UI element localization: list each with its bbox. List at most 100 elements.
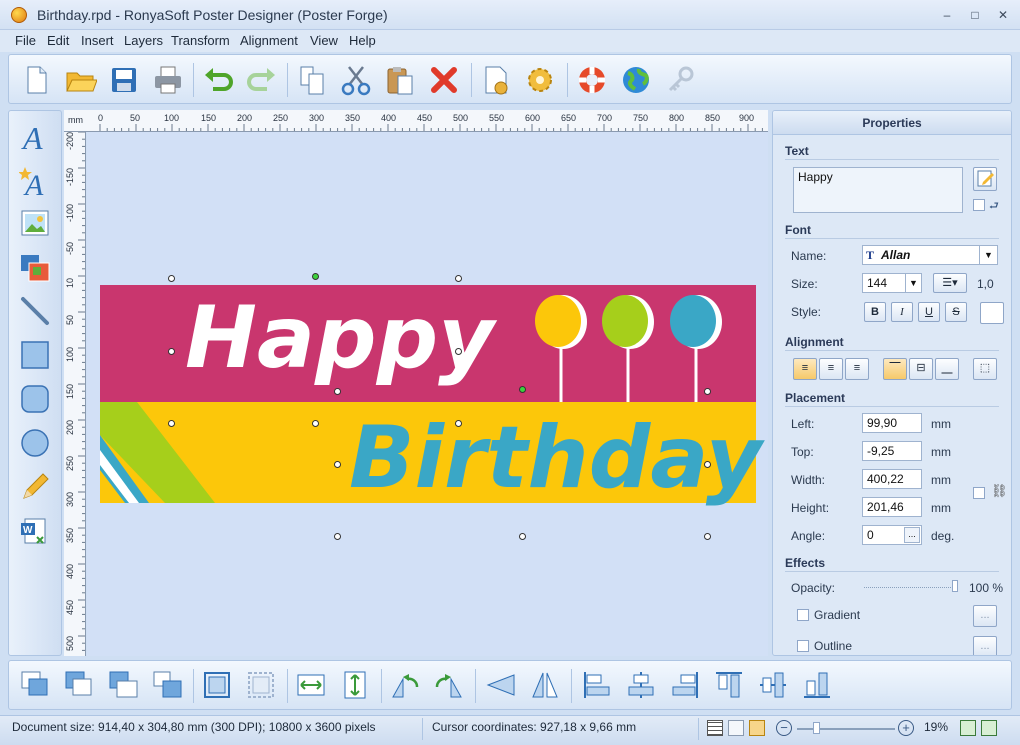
line-spacing-button[interactable]: ☰▾ xyxy=(933,273,967,293)
document-settings-icon[interactable] xyxy=(479,63,513,97)
underline-button[interactable]: U xyxy=(918,302,940,322)
menu-edit[interactable]: Edit xyxy=(47,33,69,48)
selection-handle[interactable] xyxy=(334,461,341,468)
wrap-checkbox[interactable] xyxy=(973,199,985,211)
zoom-slider[interactable] xyxy=(797,728,895,730)
group-icon[interactable] xyxy=(201,669,233,701)
width-input[interactable]: 400,22 xyxy=(862,469,922,489)
align-center-button[interactable]: ≡ xyxy=(819,358,843,380)
zoom-slider-thumb[interactable] xyxy=(813,722,820,734)
redo-icon[interactable] xyxy=(245,63,279,97)
web-globe-icon[interactable] xyxy=(619,63,653,97)
fit-width-icon[interactable] xyxy=(295,669,327,701)
top-input[interactable]: -9,25 xyxy=(862,441,922,461)
align-right-button[interactable]: ≡ xyxy=(845,358,869,380)
rotate-right-icon[interactable] xyxy=(433,669,465,701)
close-button[interactable]: ✕ xyxy=(992,6,1014,24)
selection-handle[interactable] xyxy=(704,533,711,540)
help-lifebuoy-icon[interactable] xyxy=(575,63,609,97)
rounded-rectangle-icon[interactable] xyxy=(19,383,51,415)
text-icon[interactable]: A xyxy=(19,120,51,156)
selection-handle[interactable] xyxy=(455,348,462,355)
rotation-handle[interactable] xyxy=(312,273,319,280)
auto-fit-button[interactable]: ⬚ xyxy=(973,358,997,380)
maximize-button[interactable]: □ xyxy=(964,6,986,24)
strikethrough-button[interactable]: S xyxy=(945,302,967,322)
minimize-button[interactable]: – xyxy=(936,6,958,24)
align-right-icon[interactable] xyxy=(669,669,701,701)
valign-bottom-button[interactable]: ⎽ xyxy=(935,358,959,380)
zoom-out-icon[interactable]: − xyxy=(776,720,792,736)
fit-page-icon[interactable] xyxy=(960,720,976,736)
italic-button[interactable]: I xyxy=(891,302,913,322)
align-middle-icon[interactable] xyxy=(757,669,789,701)
menu-view[interactable]: View xyxy=(310,33,338,48)
left-input[interactable]: 99,90 xyxy=(862,413,922,433)
selection-handle[interactable] xyxy=(455,275,462,282)
grid-icon[interactable] xyxy=(707,720,723,736)
paste-icon[interactable] xyxy=(383,63,417,97)
curved-text-icon[interactable]: A xyxy=(18,165,51,202)
image-icon[interactable] xyxy=(19,207,51,239)
selection-handle[interactable] xyxy=(704,388,711,395)
align-left-button[interactable]: ≡ xyxy=(793,358,817,380)
rotation-handle[interactable] xyxy=(519,386,526,393)
menu-file[interactable]: File xyxy=(15,33,36,48)
angle-input[interactable]: 0 ... xyxy=(862,525,922,545)
rotate-left-icon[interactable] xyxy=(389,669,421,701)
outline-checkbox[interactable] xyxy=(797,640,809,652)
selection-handle[interactable] xyxy=(168,348,175,355)
line-icon[interactable] xyxy=(19,295,51,327)
menu-transform[interactable]: Transform xyxy=(171,33,230,48)
font-color-swatch[interactable] xyxy=(980,302,1004,324)
align-left-icon[interactable] xyxy=(581,669,613,701)
menu-insert[interactable]: Insert xyxy=(81,33,114,48)
cut-icon[interactable] xyxy=(339,63,373,97)
flip-horizontal-icon[interactable] xyxy=(485,669,517,701)
bold-button[interactable]: B xyxy=(864,302,886,322)
menu-layers[interactable]: Layers xyxy=(124,33,163,48)
bring-forward-icon[interactable] xyxy=(107,669,139,701)
send-backward-icon[interactable] xyxy=(151,669,183,701)
poster[interactable]: Happy Birthday xyxy=(87,132,768,656)
ellipse-icon[interactable] xyxy=(19,427,51,459)
actual-size-icon[interactable] xyxy=(981,720,997,736)
selection-handle[interactable] xyxy=(519,533,526,540)
selection-handle[interactable] xyxy=(455,420,462,427)
edit-text-icon[interactable] xyxy=(973,167,997,191)
menu-help[interactable]: Help xyxy=(349,33,376,48)
lock-proportions-checkbox[interactable] xyxy=(973,487,985,499)
copy-icon[interactable] xyxy=(295,63,329,97)
send-to-back-icon[interactable] xyxy=(63,669,95,701)
word-document-icon[interactable]: W xyxy=(19,515,51,547)
undo-icon[interactable] xyxy=(201,63,235,97)
opacity-slider-thumb[interactable] xyxy=(952,580,958,592)
open-folder-icon[interactable] xyxy=(63,63,98,97)
gradient-checkbox[interactable] xyxy=(797,609,809,621)
text-input[interactable]: Happy xyxy=(793,167,963,213)
font-size-select[interactable]: 144 ▼ xyxy=(862,273,922,293)
rulers-toggle-icon[interactable] xyxy=(749,720,765,736)
align-top-icon[interactable] xyxy=(713,669,745,701)
selection-handle[interactable] xyxy=(704,461,711,468)
angle-ellipsis-icon[interactable]: ... xyxy=(904,527,920,543)
font-name-select[interactable]: Allan T ▼ xyxy=(862,245,998,265)
save-icon[interactable] xyxy=(107,63,141,97)
opacity-slider[interactable] xyxy=(864,587,957,589)
rectangle-icon[interactable] xyxy=(19,339,51,371)
selection-handle[interactable] xyxy=(168,275,175,282)
delete-icon[interactable] xyxy=(427,63,461,97)
align-bottom-icon[interactable] xyxy=(801,669,833,701)
ungroup-icon[interactable] xyxy=(245,669,277,701)
align-center-icon[interactable] xyxy=(625,669,657,701)
print-icon[interactable] xyxy=(151,63,185,97)
design-canvas[interactable]: Happy Birthday xyxy=(87,132,768,656)
key-register-icon[interactable] xyxy=(663,63,697,97)
selection-handle[interactable] xyxy=(312,420,319,427)
outline-settings-button[interactable]: ... xyxy=(973,636,997,655)
valign-middle-button[interactable]: ⊟ xyxy=(909,358,933,380)
selection-handle[interactable] xyxy=(334,388,341,395)
valign-top-button[interactable]: ⎺ xyxy=(883,358,907,380)
selection-handle[interactable] xyxy=(168,420,175,427)
menu-alignment[interactable]: Alignment xyxy=(240,33,298,48)
